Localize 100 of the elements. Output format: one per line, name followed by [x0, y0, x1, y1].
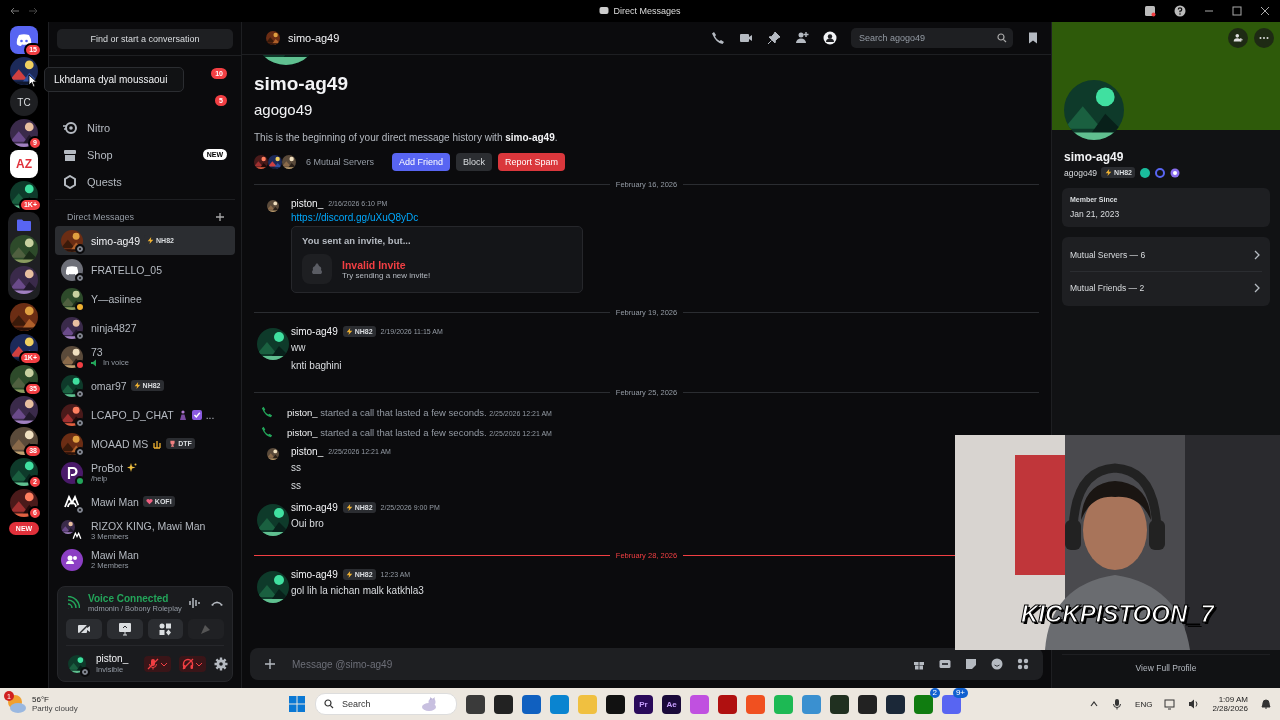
microphone-button[interactable]	[144, 655, 172, 672]
emoji-icon[interactable]	[991, 658, 1003, 670]
user-profile-icon[interactable]	[823, 31, 837, 45]
invite-link[interactable]: https://discord.gg/uXuQ8yDc	[291, 212, 583, 223]
windows-start-icon[interactable]	[288, 695, 306, 713]
screen-share-button[interactable]	[106, 619, 143, 639]
author-name[interactable]: piston_	[291, 198, 324, 209]
headphones-button[interactable]	[179, 655, 207, 672]
search-input[interactable]: Search	[340, 698, 414, 710]
phone-icon[interactable]	[711, 31, 725, 45]
server-button[interactable]: TC	[10, 88, 38, 116]
conversation-item[interactable]: LCAPO_D_CHAT ...	[55, 400, 235, 429]
back-arrow-icon[interactable]	[10, 6, 20, 16]
search-field[interactable]: Search agogo49	[851, 28, 1013, 48]
mutual-row[interactable]: Mutual Servers — 6	[1070, 250, 1146, 260]
notification-bell-icon[interactable]	[1260, 698, 1272, 710]
nav-item[interactable]: Quests	[87, 175, 122, 188]
server-button[interactable]	[10, 303, 38, 331]
member-since-date: Jan 21, 2023	[1070, 209, 1121, 219]
sound-wave-icon[interactable]	[188, 596, 202, 610]
activities-button[interactable]	[147, 619, 184, 639]
conversation-item[interactable]: FRATELLO_05	[55, 255, 235, 284]
settings-icon[interactable]	[214, 656, 229, 671]
shapes-icon	[158, 622, 173, 636]
view-full-profile-button[interactable]: View Full Profile	[1062, 654, 1270, 680]
clock-date[interactable]: 2/28/2026	[1212, 704, 1248, 713]
message-field[interactable]: Message @simo-ag49	[250, 648, 1043, 680]
mutual-row[interactable]: Mutual Friends — 2	[1070, 283, 1145, 293]
conversation-item[interactable]: Y—asiinee	[55, 284, 235, 313]
group-avatar-icon	[61, 548, 83, 571]
close-icon[interactable]	[1260, 6, 1270, 16]
add-friend-button[interactable]	[1228, 28, 1248, 48]
language-indicator[interactable]: ENG	[1135, 699, 1153, 709]
default-avatar-icon	[61, 258, 83, 281]
plus-icon[interactable]	[215, 212, 225, 222]
profile-name: simo-ag49	[254, 73, 349, 95]
sticker-icon[interactable]	[965, 658, 977, 670]
action-button[interactable]: Report Spam	[498, 153, 566, 171]
camera-off-icon	[76, 622, 91, 636]
help-icon[interactable]	[1174, 5, 1186, 17]
maximize-icon[interactable]	[1232, 6, 1242, 16]
chevron-right-icon[interactable]	[1252, 283, 1262, 293]
gif-icon[interactable]	[939, 658, 951, 670]
network-icon[interactable]	[1164, 698, 1177, 710]
bolt-icon	[345, 504, 353, 511]
profile-name: simo-ag49	[1064, 150, 1125, 164]
chevron-right-icon[interactable]	[1252, 250, 1262, 260]
phone-icon	[261, 406, 273, 418]
app-icon[interactable]: Pr	[634, 694, 653, 714]
server-button[interactable]	[10, 57, 38, 85]
author-name[interactable]: simo-ag49	[291, 569, 338, 580]
plus-icon[interactable]	[264, 658, 276, 670]
message-text: gol lih la nichan malk katkhla3	[291, 584, 424, 598]
inbox-icon[interactable]	[1144, 5, 1156, 17]
add-friend-icon	[1233, 33, 1243, 43]
invite-heading: You sent an invite, but...	[302, 235, 412, 246]
conversation-item[interactable]: ninja4827	[55, 313, 235, 342]
author-name[interactable]: piston_	[291, 446, 324, 457]
signal-icon	[66, 596, 80, 610]
bookmark-icon[interactable]	[1027, 32, 1039, 44]
camera-off-button[interactable]	[66, 619, 102, 639]
action-button[interactable]: Block	[456, 153, 493, 171]
server-button[interactable]	[10, 396, 38, 424]
mutual-servers-link[interactable]: 6 Mutual Servers	[306, 157, 375, 167]
pin-icon[interactable]	[767, 31, 781, 45]
figure-icon	[177, 409, 188, 420]
conversation-name: FRATELLO_05	[91, 263, 162, 276]
intro-text: This is the beginning of your direct message history with simo-ag49.	[254, 132, 559, 143]
search-input[interactable]: Search agogo49	[857, 32, 997, 44]
video-camera-icon[interactable]	[739, 31, 753, 45]
message-text: ww	[291, 341, 307, 355]
nav-item[interactable]: Shop	[87, 148, 113, 161]
server-folder[interactable]	[8, 212, 40, 300]
apps-icon[interactable]	[1017, 658, 1029, 670]
conversation-name: 73	[91, 346, 103, 358]
invite-title: Invalid Invite	[342, 258, 407, 271]
probot-logo-icon	[61, 461, 83, 484]
server-button[interactable]: AZ	[10, 150, 38, 178]
microphone-icon	[147, 657, 160, 670]
chevron-up-icon[interactable]	[1089, 699, 1100, 709]
microphone-icon[interactable]	[1111, 698, 1124, 710]
search-icon	[324, 699, 334, 709]
conversation-name: Y—asiinee	[91, 292, 142, 305]
server-button[interactable]	[10, 235, 38, 263]
action-button[interactable]: Add Friend	[392, 153, 451, 171]
taskbar-search-field[interactable]: Search	[315, 693, 457, 715]
search-button[interactable]: Find or start a conversation	[57, 29, 233, 49]
clock-time[interactable]: 1:09 AM	[1218, 695, 1248, 704]
author-name[interactable]: simo-ag49	[291, 502, 338, 513]
volume-icon[interactable]	[1188, 698, 1201, 710]
orb-badge-icon	[1170, 167, 1180, 178]
app-icon[interactable]: Ae	[662, 694, 681, 714]
author-name[interactable]: simo-ag49	[291, 326, 338, 337]
server-button[interactable]	[10, 266, 38, 294]
conversation-name: ninja4827	[91, 321, 137, 334]
message-input[interactable]: Message @simo-ag49	[290, 657, 899, 671]
add-friend-icon[interactable]	[795, 31, 809, 45]
phone-icon	[261, 426, 273, 438]
nav-item[interactable]: Nitro	[87, 121, 111, 134]
invite-subtitle: Try sending a new invite!	[342, 270, 432, 280]
